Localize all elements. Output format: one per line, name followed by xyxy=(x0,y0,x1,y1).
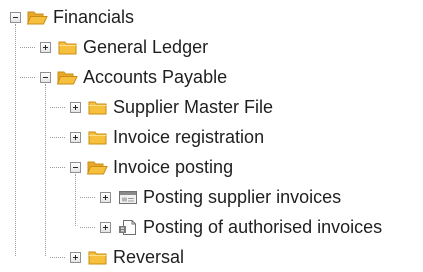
folder-closed-icon xyxy=(88,101,107,114)
tree-node-label: Reversal xyxy=(113,247,185,267)
tree-connector xyxy=(50,137,65,138)
collapse-toggle-icon[interactable] xyxy=(70,161,81,173)
collapse-toggle-icon[interactable] xyxy=(40,71,51,83)
tree-connector xyxy=(20,47,35,48)
folder-open-icon xyxy=(87,161,108,174)
expand-toggle-icon[interactable] xyxy=(70,251,81,263)
tree-node-posting-supplier-invoices[interactable]: Posting supplier invoices xyxy=(100,184,341,210)
tree-node-supplier-master-file[interactable]: Supplier Master File xyxy=(70,94,273,120)
tree-node-label: Supplier Master File xyxy=(113,97,274,117)
tree-node-posting-authorised-invoices[interactable]: Posting of authorised invoices xyxy=(100,214,382,240)
tree-connector-accounts-payable xyxy=(45,84,46,256)
collapse-toggle-icon[interactable] xyxy=(10,11,21,23)
tree-node-financials[interactable]: Financials xyxy=(10,4,134,30)
folder-closed-icon xyxy=(88,251,107,264)
expand-toggle-icon[interactable] xyxy=(100,191,111,203)
navigation-tree: Financials General Ledger Accounts Payab… xyxy=(0,0,423,272)
expand-toggle-icon[interactable] xyxy=(70,131,81,143)
expand-toggle-icon[interactable] xyxy=(40,41,51,53)
tree-node-accounts-payable[interactable]: Accounts Payable xyxy=(40,64,227,90)
tree-node-label: Posting supplier invoices xyxy=(143,187,342,207)
tree-node-reversal[interactable]: Reversal xyxy=(70,244,184,270)
tree-node-invoice-registration[interactable]: Invoice registration xyxy=(70,124,264,150)
tree-connector xyxy=(50,257,65,258)
tree-connector-invoice-posting xyxy=(75,174,76,226)
tree-node-general-ledger[interactable]: General Ledger xyxy=(40,34,208,60)
tree-node-label: Posting of authorised invoices xyxy=(143,217,383,237)
tree-node-label: Invoice registration xyxy=(113,127,265,147)
tree-node-label: Invoice posting xyxy=(113,157,234,177)
tree-connector xyxy=(50,167,65,168)
tree-connector xyxy=(80,227,95,228)
expand-toggle-icon[interactable] xyxy=(70,101,81,113)
tree-node-invoice-posting[interactable]: Invoice posting xyxy=(70,154,233,180)
folder-closed-icon xyxy=(58,41,77,54)
authorised-document-icon xyxy=(119,219,136,235)
tree-node-label: General Ledger xyxy=(83,37,209,57)
tree-connector xyxy=(20,77,35,78)
tree-connector xyxy=(50,107,65,108)
form-window-icon xyxy=(119,190,137,204)
folder-open-icon xyxy=(57,71,78,84)
tree-node-label: Accounts Payable xyxy=(83,67,228,87)
folder-open-icon xyxy=(27,11,48,24)
folder-closed-icon xyxy=(88,131,107,144)
tree-node-label: Financials xyxy=(53,7,135,27)
tree-connector xyxy=(80,197,95,198)
expand-toggle-icon[interactable] xyxy=(100,221,111,233)
tree-connector-root xyxy=(15,24,16,256)
